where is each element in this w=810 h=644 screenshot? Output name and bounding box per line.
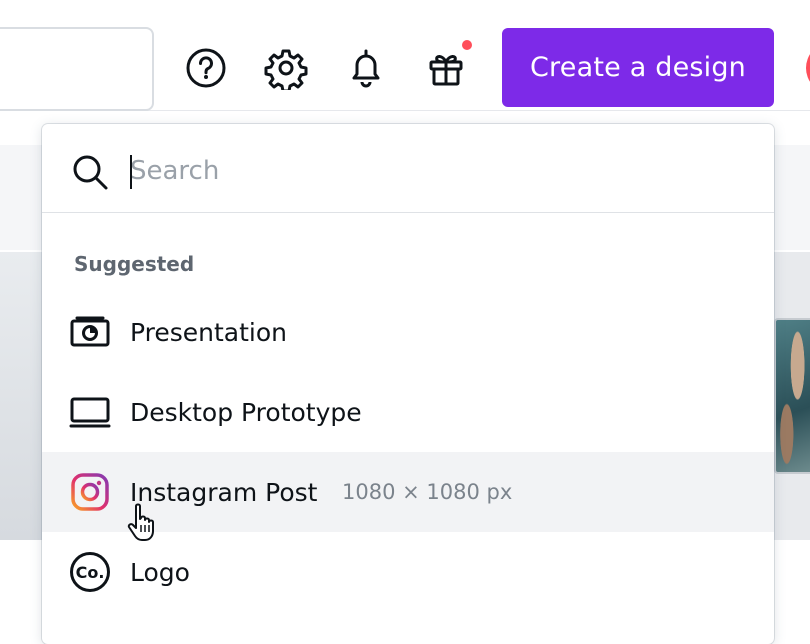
hero-photo xyxy=(774,318,810,474)
top-bar: Create a design xyxy=(0,0,810,111)
dropdown-search-bar xyxy=(42,124,774,213)
bell-icon xyxy=(352,49,380,88)
create-a-design-button[interactable]: Create a design xyxy=(502,28,774,107)
hand-pointer-icon xyxy=(127,503,154,541)
item-label: Logo xyxy=(130,557,190,587)
gift-icon xyxy=(429,55,463,86)
list-item-logo[interactable]: Co. Logo xyxy=(42,532,774,612)
list-item-desktop-prototype[interactable]: Desktop Prototype xyxy=(42,372,774,452)
notifications-button[interactable] xyxy=(344,44,388,92)
design-type-search-input[interactable] xyxy=(130,146,730,196)
search-icon xyxy=(73,155,108,190)
question-circle-icon xyxy=(186,48,226,88)
list-item-presentation[interactable]: Presentation xyxy=(42,292,774,372)
help-button[interactable] xyxy=(184,44,228,92)
text-caret xyxy=(130,155,132,189)
whats-new-button[interactable] xyxy=(424,44,468,92)
notification-dot xyxy=(462,40,472,50)
svg-text:Co.: Co. xyxy=(76,563,105,582)
create-design-dropdown: Suggested Presentation Desktop Prototype xyxy=(42,124,774,644)
presentation-icon xyxy=(68,310,112,354)
item-label: Presentation xyxy=(130,317,288,347)
monitor-icon xyxy=(68,390,112,434)
logo-co-icon: Co. xyxy=(68,550,112,594)
item-dimensions: 1080 × 1080 px xyxy=(342,480,513,504)
item-label: Desktop Prototype xyxy=(130,397,362,427)
section-label-suggested: Suggested xyxy=(74,252,195,276)
avatar[interactable] xyxy=(806,44,810,92)
gear-icon xyxy=(264,49,308,90)
page-search-field[interactable] xyxy=(0,27,154,111)
instagram-icon xyxy=(68,470,112,514)
settings-button[interactable] xyxy=(264,44,308,92)
